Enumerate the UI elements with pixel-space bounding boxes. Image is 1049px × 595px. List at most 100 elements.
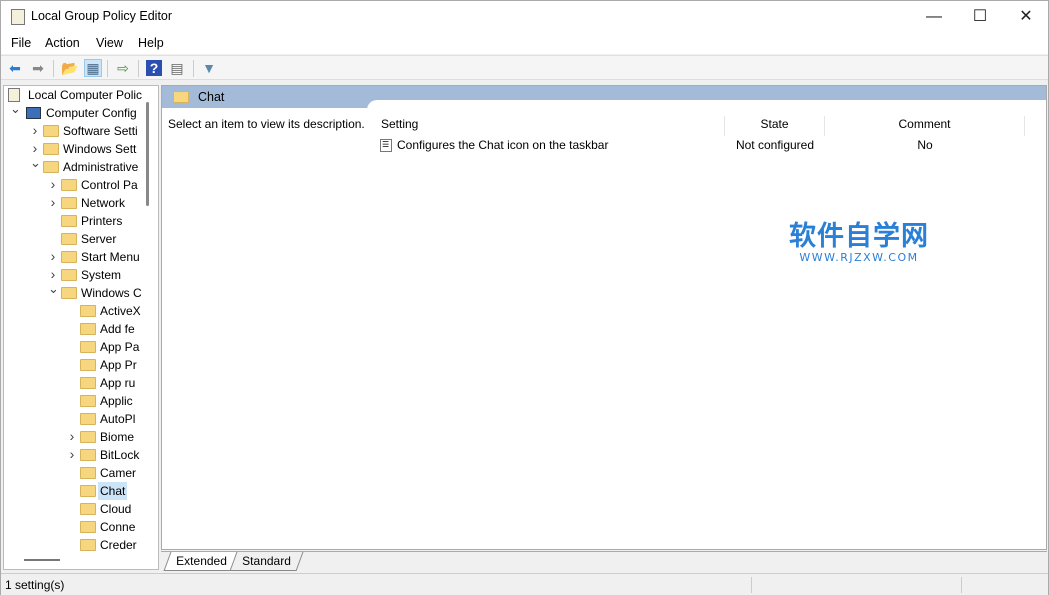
- minimize-button[interactable]: —: [911, 1, 957, 32]
- tree-item[interactable]: ⌄ Administrative: [4, 155, 144, 176]
- tree-item[interactable]: › System: [4, 266, 144, 284]
- column-header-comment[interactable]: Comment: [825, 116, 1025, 136]
- tab-extended[interactable]: Extended: [163, 552, 240, 571]
- folder-icon: [80, 431, 96, 443]
- chevron-right-icon[interactable]: ›: [67, 427, 77, 445]
- chevron-right-icon[interactable]: ›: [67, 445, 77, 463]
- show-hide-tree-icon[interactable]: ▦: [84, 59, 102, 77]
- chevron-right-icon[interactable]: ›: [48, 193, 58, 211]
- toolbar-separator: [138, 60, 139, 77]
- tree-item-label: Conne: [100, 520, 136, 534]
- column-header-setting[interactable]: Setting: [375, 116, 725, 136]
- description-text: Select an item to view its description.: [168, 117, 365, 131]
- app-window: Local Group Policy Editor — ☐ ✕ File Act…: [0, 0, 1049, 595]
- column-label: Comment: [898, 117, 951, 131]
- tree-item-label: Add fe: [100, 322, 135, 336]
- chevron-right-icon[interactable]: ›: [48, 247, 58, 265]
- chevron-down-icon[interactable]: ⌄: [10, 100, 21, 118]
- tree-item-label: Applic: [100, 394, 133, 408]
- folder-icon: [61, 233, 77, 245]
- properties-icon[interactable]: ▤: [169, 60, 185, 76]
- tree-item[interactable]: App Pa: [4, 338, 144, 356]
- tree-item[interactable]: Creder: [4, 536, 144, 554]
- up-folder-icon[interactable]: 📂: [61, 60, 78, 76]
- chevron-down-icon[interactable]: ⌄: [30, 154, 41, 172]
- tree-item-label: Server: [81, 232, 117, 246]
- folder-icon: [80, 449, 96, 461]
- tree-item[interactable]: AutoPl: [4, 410, 144, 428]
- forward-icon[interactable]: ➡: [30, 60, 46, 76]
- menu-help[interactable]: Help: [138, 36, 164, 50]
- chevron-right-icon[interactable]: ›: [48, 175, 58, 193]
- tree-vertical-scrollbar[interactable]: [146, 102, 149, 206]
- close-button[interactable]: ✕: [1003, 1, 1049, 32]
- tree-item-label: Computer Config: [46, 106, 137, 120]
- tree-item-label: Administrative: [63, 160, 139, 174]
- folder-icon: [80, 521, 96, 533]
- tree-item[interactable]: Printers: [4, 212, 144, 230]
- tree-item[interactable]: › Network: [4, 194, 144, 212]
- setting-state: Not configured: [735, 138, 815, 152]
- chevron-right-icon[interactable]: ›: [30, 121, 40, 139]
- tree-item-label: App ru: [100, 376, 136, 390]
- toolbar-separator: [107, 60, 108, 77]
- tree-item[interactable]: › BitLock: [4, 446, 144, 464]
- export-list-icon[interactable]: ⇨: [115, 60, 131, 76]
- tree-item[interactable]: › Windows Sett: [4, 140, 144, 158]
- pane-header-title: Chat: [198, 90, 225, 104]
- menu-view[interactable]: View: [96, 36, 123, 50]
- tree-item-label: App Pr: [100, 358, 137, 372]
- watermark-title: 软件自学网: [789, 221, 929, 252]
- details-pane: Chat Select an item to view its descript…: [161, 85, 1047, 550]
- tree-item-label: Start Menu: [81, 250, 140, 264]
- watermark-url: WWW.RJZXW.COM: [799, 251, 919, 264]
- toolbar-separator: [193, 60, 194, 77]
- tab-standard[interactable]: Standard: [229, 552, 304, 571]
- folder-icon: [80, 341, 96, 353]
- filter-icon[interactable]: ▼: [201, 60, 217, 76]
- tree-item[interactable]: › Software Setti: [4, 122, 144, 140]
- tree-item-label: Cloud: [100, 502, 132, 516]
- folder-icon: [43, 125, 59, 137]
- tree-item[interactable]: Server: [4, 230, 144, 248]
- maximize-button[interactable]: ☐: [957, 1, 1003, 32]
- tree-item[interactable]: › Biome: [4, 428, 144, 446]
- column-label: Setting: [381, 117, 419, 131]
- tree-item[interactable]: › Start Menu: [4, 248, 144, 266]
- toolbar-separator: [53, 60, 54, 77]
- tree-horizontal-scrollbar[interactable]: [24, 559, 60, 561]
- tree-item[interactable]: Applic: [4, 392, 144, 410]
- folder-icon: [80, 539, 96, 551]
- navigation-tree: Local Computer Polic ⌄ Computer Config › Sof…: [3, 85, 159, 570]
- chevron-down-icon[interactable]: ⌄: [48, 280, 59, 298]
- tree-item[interactable]: ⌄ Windows C: [4, 281, 144, 302]
- folder-icon: [80, 413, 96, 425]
- tab-label: Extended: [176, 554, 227, 568]
- tree-item[interactable]: Local Computer Polic: [4, 86, 144, 104]
- tree-item[interactable]: Cloud: [4, 500, 144, 518]
- tree-item[interactable]: Chat: [4, 482, 144, 500]
- tree-item-label: Printers: [81, 214, 123, 228]
- tree-item[interactable]: App ru: [4, 374, 144, 392]
- tree-item[interactable]: Camer: [4, 464, 144, 482]
- tree-item[interactable]: › Control Pa: [4, 176, 144, 194]
- tree-item[interactable]: ActiveX: [4, 302, 144, 320]
- folder-icon: [61, 251, 77, 263]
- menu-file[interactable]: File: [11, 36, 31, 50]
- back-icon[interactable]: ⬅: [7, 60, 23, 76]
- folder-icon: [61, 197, 77, 209]
- status-bar: 1 setting(s): [1, 573, 1048, 595]
- tree-item-label: ActiveX: [100, 304, 141, 318]
- help-icon[interactable]: ?: [146, 60, 162, 76]
- tree-item[interactable]: ⌄ Computer Config: [4, 101, 144, 122]
- tree-item[interactable]: Add fe: [4, 320, 144, 338]
- tree-item[interactable]: App Pr: [4, 356, 144, 374]
- column-header-state[interactable]: State: [725, 116, 825, 136]
- watermark: 软件自学网 WWW.RJZXW.COM: [789, 214, 929, 264]
- window-title: Local Group Policy Editor: [31, 9, 173, 23]
- tree-item[interactable]: Conne: [4, 518, 144, 536]
- menu-action[interactable]: Action: [45, 36, 80, 50]
- tree-item-label: Control Pa: [81, 178, 138, 192]
- menu-bar: File Action View Help: [1, 32, 1048, 54]
- tree-item-label: App Pa: [100, 340, 140, 354]
